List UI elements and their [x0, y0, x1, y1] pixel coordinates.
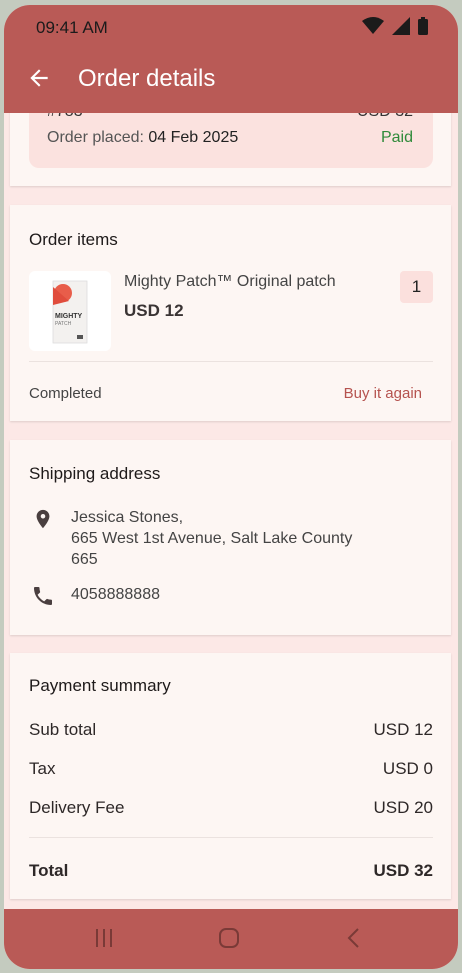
recents-icon[interactable] [94, 927, 114, 949]
payment-row-delivery: Delivery Fee USD 20 [29, 798, 433, 818]
back-arrow-icon[interactable] [26, 65, 52, 91]
battery-icon [418, 17, 428, 35]
scroll-content[interactable]: #783 USD 32 Order placed: 04 Feb 2025 Pa… [4, 113, 458, 909]
payment-row-value: USD 20 [373, 798, 433, 817]
payment-row-value: USD 0 [382, 759, 433, 778]
payment-row-total: Total USD 32 [29, 861, 433, 881]
order-info-box: #783 USD 32 Order placed: 04 Feb 2025 Pa… [29, 113, 433, 168]
total-value: USD 32 [373, 861, 433, 880]
address-line-street: 665 West 1st Avenue, Salt Lake County [71, 530, 353, 547]
order-items-card: Order items MIGHTY PATCH Mighty Patch™ O… [10, 205, 451, 421]
payment-status-badge: Paid [380, 129, 413, 146]
payment-row-tax: Tax USD 0 [29, 759, 433, 779]
payment-row-value: USD 12 [373, 720, 433, 739]
quantity-badge: 1 [400, 271, 433, 303]
order-placed: Order placed: 04 Feb 2025 [47, 129, 238, 147]
payment-summary-card: Payment summary Sub total USD 12 Tax USD… [10, 653, 451, 899]
location-pin-icon [36, 509, 50, 529]
order-items-heading: Order items [29, 230, 118, 249]
order-summary-card: #783 USD 32 Order placed: 04 Feb 2025 Pa… [10, 113, 451, 186]
order-placed-label: Order placed: [47, 129, 144, 146]
phone-number: 4058888888 [71, 586, 160, 603]
shipping-heading: Shipping address [29, 464, 161, 483]
payment-heading: Payment summary [29, 676, 171, 695]
system-nav-bar [4, 909, 458, 969]
top-app-bar: 09:41 AM Order details [4, 5, 458, 113]
phone-screen: 09:41 AM Order details #783 USD 32 Order… [4, 5, 458, 969]
payment-row-label: Delivery Fee [29, 798, 125, 817]
address-line-extra: 665 [71, 551, 98, 568]
payment-row-label: Tax [29, 759, 56, 778]
order-placed-date: 04 Feb 2025 [148, 129, 239, 146]
shipping-address: Jessica Stones, 665 West 1st Avenue, Sal… [71, 507, 352, 570]
item-status: Completed [29, 385, 102, 402]
payment-row-label: Sub total [29, 720, 97, 739]
wifi-icon [362, 17, 384, 34]
payment-row-subtotal: Sub total USD 12 [29, 720, 433, 740]
product-image-brand: MIGHTY [55, 313, 83, 320]
order-number: #783 [47, 113, 83, 121]
order-total: USD 32 [357, 113, 413, 121]
nav-back-icon[interactable] [344, 927, 364, 949]
product-name[interactable]: Mighty Patch™ Original patch [124, 273, 336, 291]
status-time: 09:41 AM [36, 18, 108, 37]
shipping-address-card: Shipping address Jessica Stones, 665 Wes… [10, 440, 451, 635]
app-bar: Order details [4, 49, 458, 113]
page-title: Order details [78, 65, 216, 92]
address-line-name: Jessica Stones, [71, 509, 184, 526]
phone-icon [34, 587, 52, 605]
status-icons [362, 17, 428, 35]
items-divider [29, 361, 433, 362]
product-price: USD 12 [124, 301, 184, 320]
home-icon[interactable] [218, 927, 240, 949]
product-image[interactable]: MIGHTY PATCH [29, 271, 111, 351]
product-image-sub: PATCH [55, 321, 72, 327]
payment-divider [29, 837, 433, 838]
status-bar: 09:41 AM [4, 5, 458, 49]
buy-again-button[interactable]: Buy it again [344, 385, 422, 402]
total-label: Total [29, 861, 69, 880]
signal-icon [392, 17, 410, 35]
product-package-icon: MIGHTY PATCH [52, 280, 88, 344]
